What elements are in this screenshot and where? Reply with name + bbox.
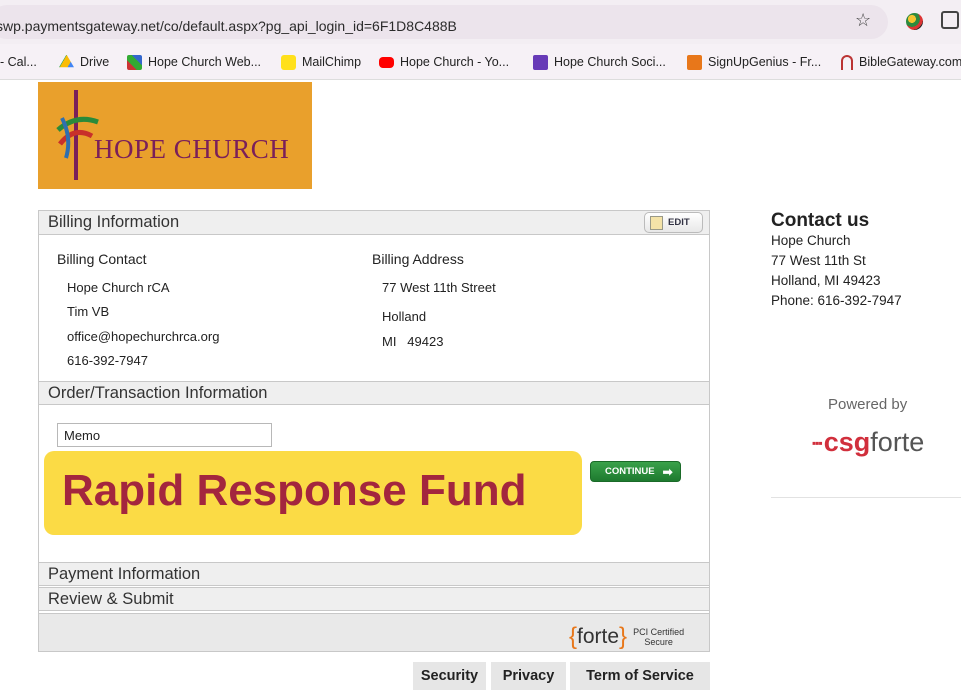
bookmark-signupgenius[interactable]: SignUpGenius - Fr... (687, 52, 821, 72)
contact-person: Tim VB (67, 304, 110, 319)
contact-city: Holland, MI 49423 (771, 273, 881, 288)
forms-icon (533, 54, 548, 70)
edit-note-icon (650, 215, 663, 230)
divider (771, 497, 961, 498)
fund-banner: Rapid Response Fund (44, 451, 582, 535)
bookmark-hope-church-social[interactable]: Hope Church Soci... (533, 52, 666, 72)
contact-title: Contact us (771, 210, 870, 231)
billing-header: Billing Information EDIT (39, 211, 709, 235)
billing-contact-label: Billing Contact (57, 251, 147, 267)
url-text: swp.paymentsgateway.net/co/default.aspx?… (0, 18, 457, 34)
contact-street: 77 West 11th St (771, 253, 866, 268)
extension-icon[interactable] (906, 13, 923, 30)
continue-button[interactable]: CONTINUE ➡ (590, 461, 681, 482)
csg-dots-icon: ▪▪▪ (812, 435, 823, 450)
bookmark-calendar[interactable]: - Cal... (0, 52, 37, 72)
forte-wordmark: forte (577, 625, 620, 648)
contact-email: office@hopechurchrca.org (67, 329, 220, 344)
bookmark-biblegateway[interactable]: BibleGateway.com (841, 52, 961, 72)
order-header: Order/Transaction Information (39, 381, 709, 405)
billing-address-label: Billing Address (372, 251, 464, 267)
payment-header[interactable]: Payment Information (39, 562, 709, 586)
review-header[interactable]: Review & Submit (39, 587, 709, 611)
arrow-right-icon: ➡ (662, 464, 673, 479)
terms-link[interactable]: Term of Service (570, 662, 710, 690)
address-city: Holland (382, 309, 427, 324)
extensions-puzzle-icon[interactable] (941, 11, 959, 29)
hope-church-logo: HOPE CHURCH (38, 82, 312, 189)
mailchimp-icon (281, 54, 296, 70)
address-state-zip: MI 49423 (382, 334, 444, 349)
contact-phone: 616-392-7947 (67, 353, 148, 368)
security-link[interactable]: Security (413, 662, 486, 690)
checkout-panel: Billing Information EDIT Billing Contact… (38, 210, 710, 652)
bookmarks-bar: - Cal... Drive Hope Church Web... MailCh… (0, 44, 961, 80)
bookmark-drive[interactable]: Drive (59, 52, 109, 72)
url-field[interactable]: swp.paymentsgateway.net/co/default.aspx?… (0, 5, 888, 39)
drive-icon (59, 54, 74, 68)
biblegateway-icon (841, 54, 853, 70)
bookmark-youtube[interactable]: Hope Church - Yo... (379, 52, 509, 72)
csg-forte-logo: ▪▪▪ csg forte (812, 427, 925, 457)
pci-certified: PCI Certified (633, 627, 685, 637)
signupgenius-icon (687, 54, 702, 70)
youtube-icon (379, 56, 394, 68)
privacy-link[interactable]: Privacy (491, 662, 566, 690)
security-footer: { forte } PCI Certified Secure (39, 613, 709, 651)
contact-phone-line: Phone: 616-392-7947 (771, 293, 902, 308)
contact-name: Hope Church rCA (67, 280, 170, 295)
bookmark-mailchimp[interactable]: MailChimp (281, 52, 361, 72)
forte-pci-badge: { forte } PCI Certified Secure (569, 623, 685, 650)
powered-by-label: Powered by (828, 396, 908, 413)
logo-text: HOPE CHURCH (94, 134, 290, 164)
edit-button[interactable]: EDIT (644, 212, 703, 233)
memo-input[interactable] (57, 423, 272, 447)
hope-church-icon (127, 54, 142, 70)
browser-address-bar: swp.paymentsgateway.net/co/default.aspx?… (0, 0, 961, 44)
bookmark-star-icon[interactable]: ☆ (855, 10, 871, 31)
contact-org: Hope Church (771, 233, 851, 248)
address-street: 77 West 11th Street (382, 280, 496, 295)
bookmark-hope-church-web[interactable]: Hope Church Web... (127, 52, 261, 72)
pci-secure: Secure (644, 637, 673, 647)
